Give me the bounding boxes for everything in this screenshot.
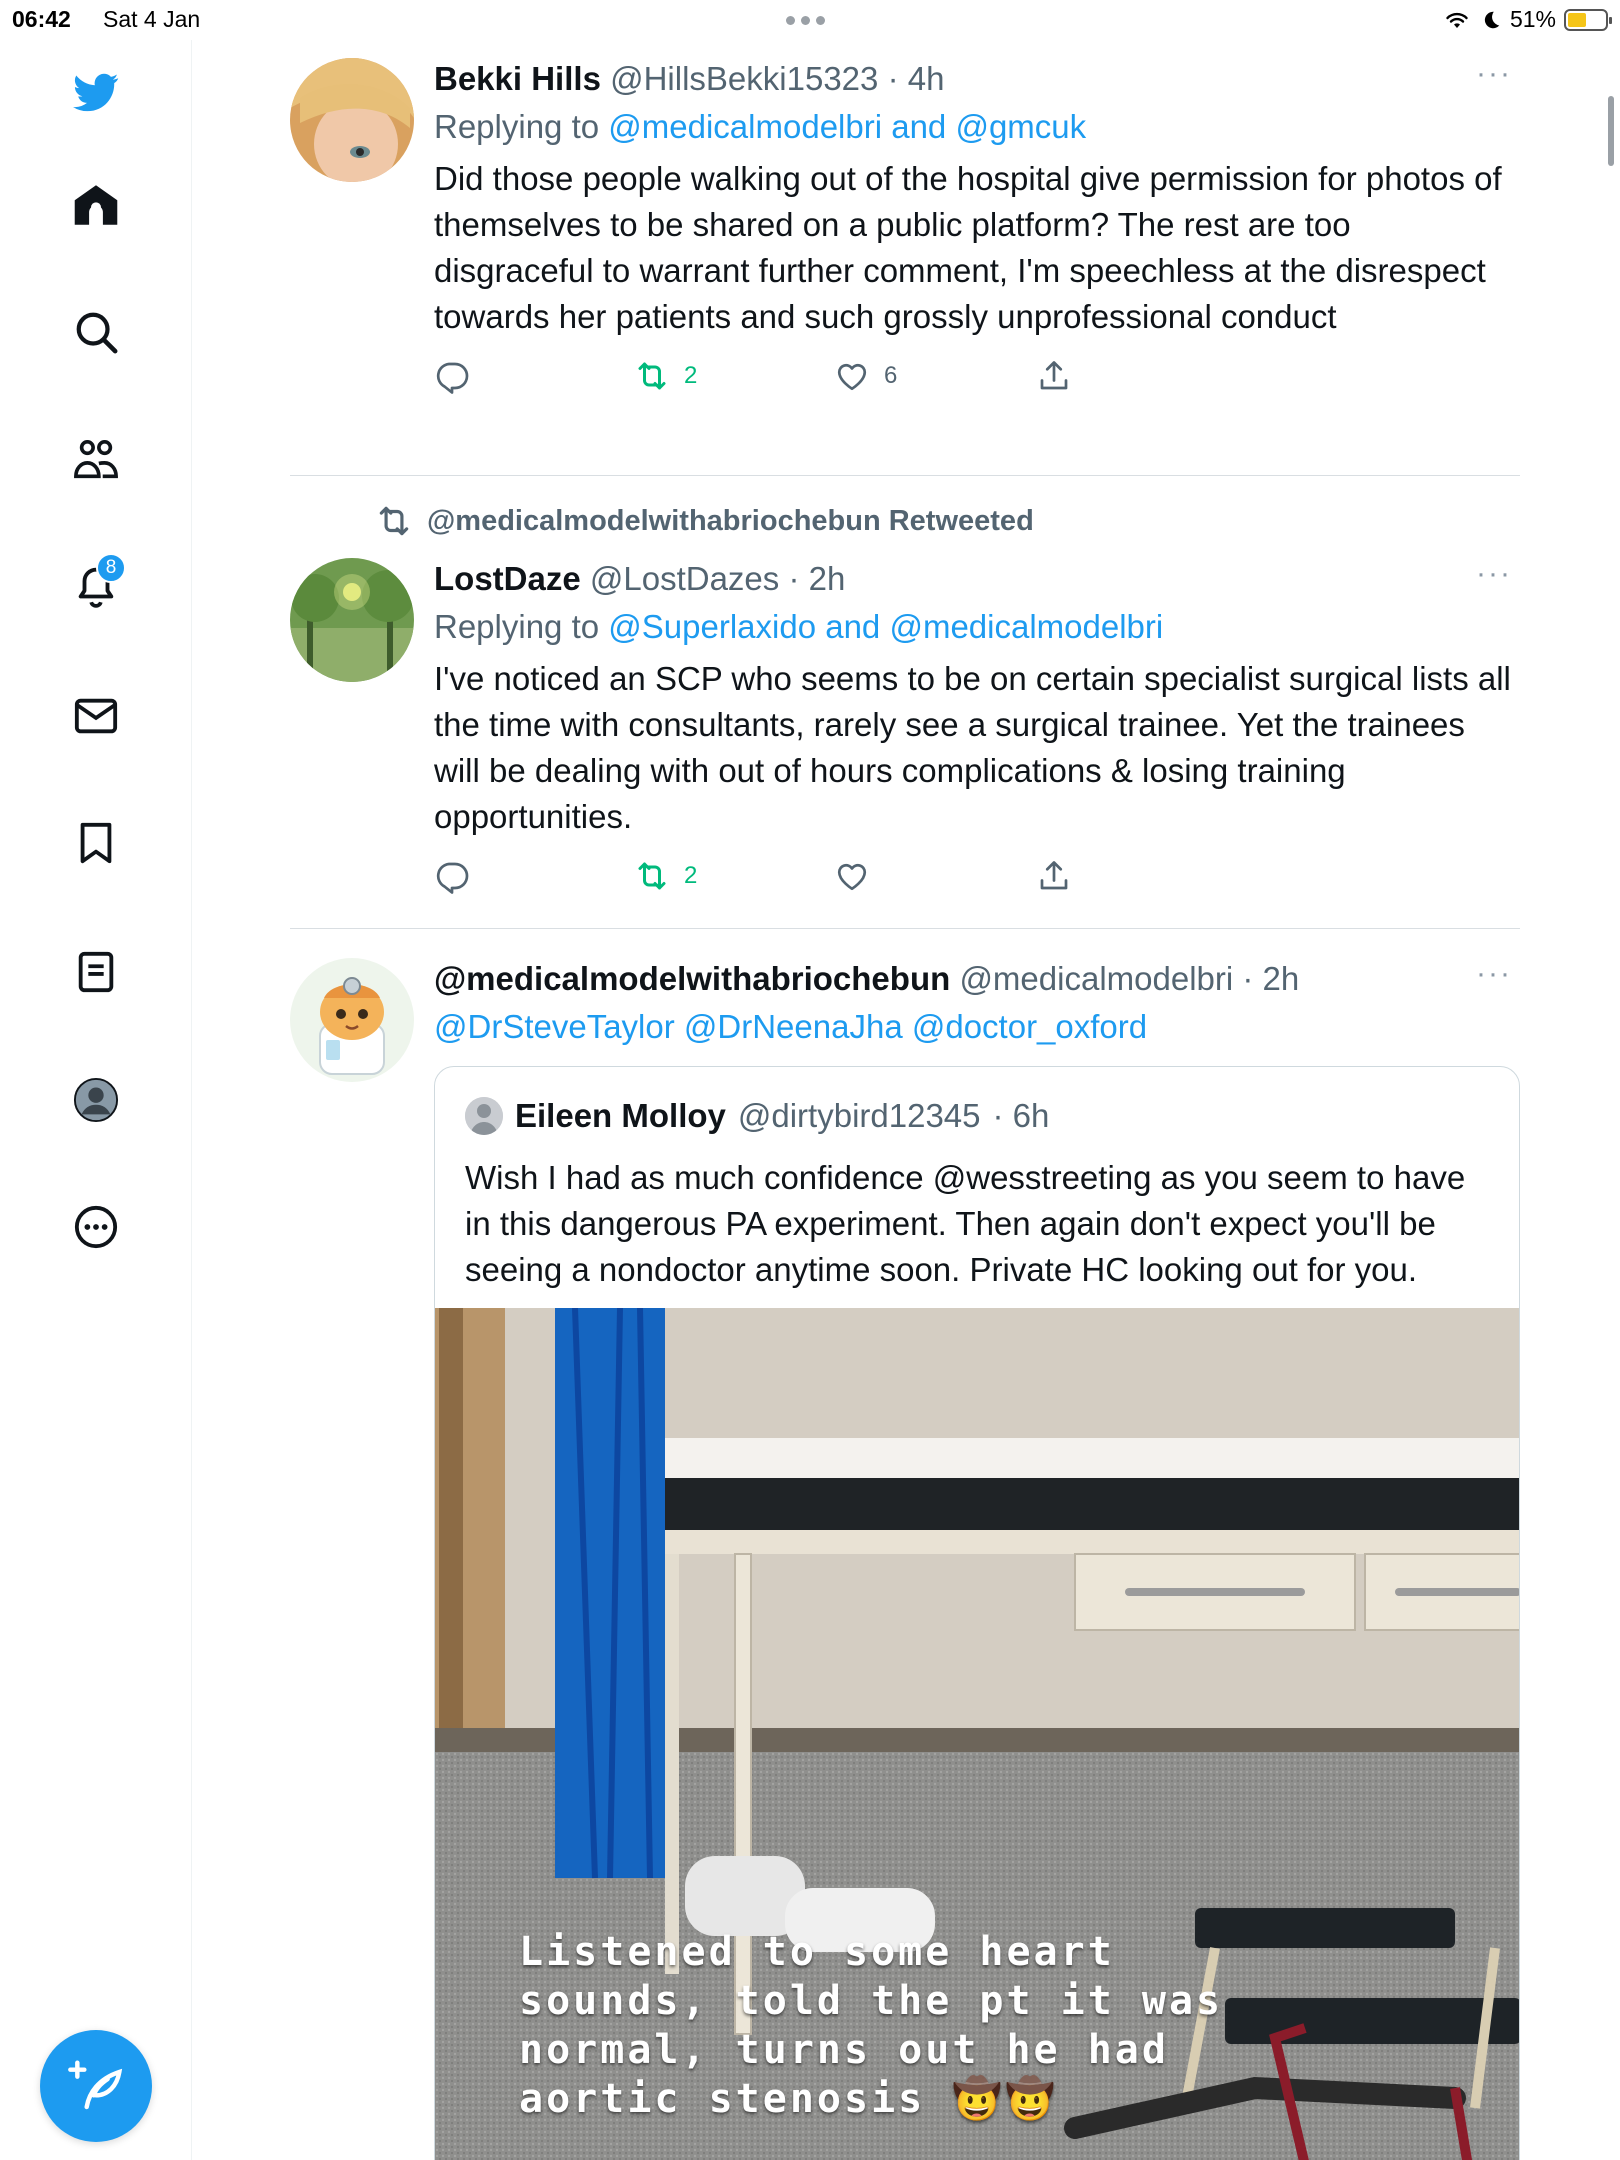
like-button[interactable]: 6 bbox=[834, 358, 897, 394]
avatar[interactable] bbox=[290, 58, 414, 182]
status-indicators: 51% bbox=[1442, 6, 1612, 33]
replying-to: Replying to @medicalmodelbri and @gmcuk bbox=[434, 104, 1514, 150]
search-icon[interactable] bbox=[66, 302, 126, 362]
tweet-actions: 2 bbox=[434, 858, 1514, 908]
compose-tweet-button[interactable] bbox=[40, 2030, 152, 2142]
compose-tweet-icon bbox=[68, 2060, 123, 2110]
author-handle[interactable]: @HillsBekki15323 bbox=[610, 60, 878, 97]
timeline: Bekki Hills @HillsBekki15323 · 4h ··· Re… bbox=[192, 40, 1620, 2160]
tweet-mentions[interactable]: @DrSteveTaylor @DrNeenaJha @doctor_oxfor… bbox=[434, 1004, 1514, 1050]
retweet-count: 2 bbox=[684, 862, 698, 889]
more-options-icon[interactable]: ··· bbox=[1476, 559, 1512, 589]
reply-button[interactable] bbox=[434, 858, 470, 894]
retweeted-by: @medicalmodelwithabriochebun Retweeted bbox=[375, 502, 1034, 540]
messages-icon[interactable] bbox=[66, 686, 126, 746]
author-name[interactable]: @medicalmodelwithabriochebun bbox=[434, 960, 950, 997]
tweet-time[interactable]: · 2h bbox=[1242, 960, 1299, 997]
moon-icon bbox=[1484, 11, 1500, 28]
replying-to-label: Replying to bbox=[434, 108, 600, 145]
quoted-tweet-time[interactable]: · 6h bbox=[993, 1097, 1050, 1135]
quoted-tweet-meta: Eileen Molloy @dirtybird12345 · 6h bbox=[465, 1097, 1049, 1135]
multitasking-dots[interactable] bbox=[786, 16, 825, 25]
quoted-author-handle[interactable]: @dirtybird12345 bbox=[738, 1097, 981, 1135]
author-handle[interactable]: @LostDazes bbox=[590, 560, 779, 597]
communities-icon[interactable] bbox=[66, 430, 126, 490]
wifi-icon bbox=[1446, 12, 1468, 28]
replying-to: Replying to @Superlaxido and @medicalmod… bbox=[434, 604, 1514, 650]
more-options-icon[interactable]: ··· bbox=[1476, 59, 1512, 89]
notifications-icon[interactable]: 8 bbox=[66, 553, 126, 615]
author-name[interactable]: LostDaze bbox=[434, 560, 581, 597]
retweet-icon bbox=[638, 862, 666, 890]
status-bar: 06:42 Sat 4 Jan 51% bbox=[0, 0, 1620, 40]
status-date: Sat 4 Jan bbox=[103, 6, 201, 32]
caption-line: aortic stenosis 🤠🤠 bbox=[519, 2076, 1058, 2122]
battery-percent: 51% bbox=[1509, 6, 1556, 32]
avatar[interactable] bbox=[290, 558, 414, 682]
twitter-logo-icon[interactable] bbox=[66, 62, 126, 122]
retweeted-by-label[interactable]: @medicalmodelwithabriochebun Retweeted bbox=[427, 505, 1034, 538]
tweet-text: Did those people walking out of the hosp… bbox=[434, 160, 1502, 335]
lists-icon[interactable] bbox=[66, 942, 126, 1002]
tweet-actions: 2 6 bbox=[434, 358, 1514, 408]
heart-icon bbox=[837, 863, 867, 891]
tweet-meta: LostDaze @LostDazes · 2h bbox=[434, 558, 1514, 600]
quoted-tweet-image[interactable]: Listened to some heart sounds, told the … bbox=[435, 1308, 1519, 2160]
sidebar: 8 bbox=[0, 40, 192, 2160]
tweet-divider bbox=[290, 928, 1520, 929]
heart-icon bbox=[837, 363, 867, 391]
quoted-author-name[interactable]: Eileen Molloy bbox=[515, 1097, 726, 1135]
status-time: 06:42 bbox=[12, 6, 71, 32]
retweet-button[interactable]: 2 bbox=[634, 358, 697, 394]
caption-line: Listened to some heart bbox=[519, 1929, 1115, 1975]
home-icon[interactable] bbox=[66, 175, 126, 235]
tweet-time[interactable]: · 4h bbox=[888, 60, 945, 97]
reply-button[interactable] bbox=[434, 358, 470, 394]
tweet-text: I've noticed an SCP who seems to be on c… bbox=[434, 660, 1511, 835]
profile-icon[interactable] bbox=[66, 1070, 126, 1130]
author-name[interactable]: Bekki Hills bbox=[434, 60, 601, 97]
caption-line: sounds, told the pt it was bbox=[519, 1978, 1224, 2024]
tweet-meta: @medicalmodelwithabriochebun @medicalmod… bbox=[434, 958, 1514, 1000]
notification-count-badge: 8 bbox=[96, 553, 126, 583]
retweet-icon bbox=[638, 362, 666, 390]
quoted-tweet-text: Wish I had as much confidence @wesstreet… bbox=[465, 1159, 1466, 1288]
more-options-icon[interactable]: ··· bbox=[1476, 959, 1512, 989]
like-button[interactable] bbox=[834, 858, 884, 894]
author-handle[interactable]: @medicalmodelbri bbox=[959, 960, 1233, 997]
retweet-count: 2 bbox=[684, 362, 698, 389]
image-caption: Listened to some heart sounds, told the … bbox=[519, 1928, 1223, 2124]
share-button[interactable] bbox=[1036, 358, 1072, 394]
share-icon bbox=[1040, 361, 1068, 390]
tweet-time[interactable]: · 2h bbox=[788, 560, 845, 597]
share-button[interactable] bbox=[1036, 858, 1072, 894]
avatar[interactable] bbox=[465, 1097, 503, 1135]
replying-to-handles[interactable]: @medicalmodelbri and @gmcuk bbox=[608, 108, 1086, 145]
like-count: 6 bbox=[884, 362, 898, 389]
tweet-meta: Bekki Hills @HillsBekki15323 · 4h bbox=[434, 58, 1514, 100]
retweet-icon bbox=[379, 506, 409, 536]
reply-icon bbox=[436, 362, 469, 394]
reply-icon bbox=[436, 862, 469, 894]
replying-to-handles[interactable]: @Superlaxido and @medicalmodelbri bbox=[608, 608, 1163, 645]
caption-line: normal, turns out he had bbox=[519, 2027, 1169, 2073]
avatar[interactable] bbox=[290, 958, 414, 1082]
bookmarks-icon[interactable] bbox=[66, 813, 126, 873]
quoted-tweet[interactable]: Eileen Molloy @dirtybird12345 · 6h Wish … bbox=[434, 1066, 1520, 2160]
share-icon bbox=[1040, 861, 1068, 890]
replying-to-label: Replying to bbox=[434, 608, 600, 645]
more-icon[interactable] bbox=[66, 1197, 126, 1257]
tweet-divider bbox=[290, 475, 1520, 476]
retweet-button[interactable]: 2 bbox=[634, 858, 697, 894]
battery-icon bbox=[1564, 8, 1612, 31]
